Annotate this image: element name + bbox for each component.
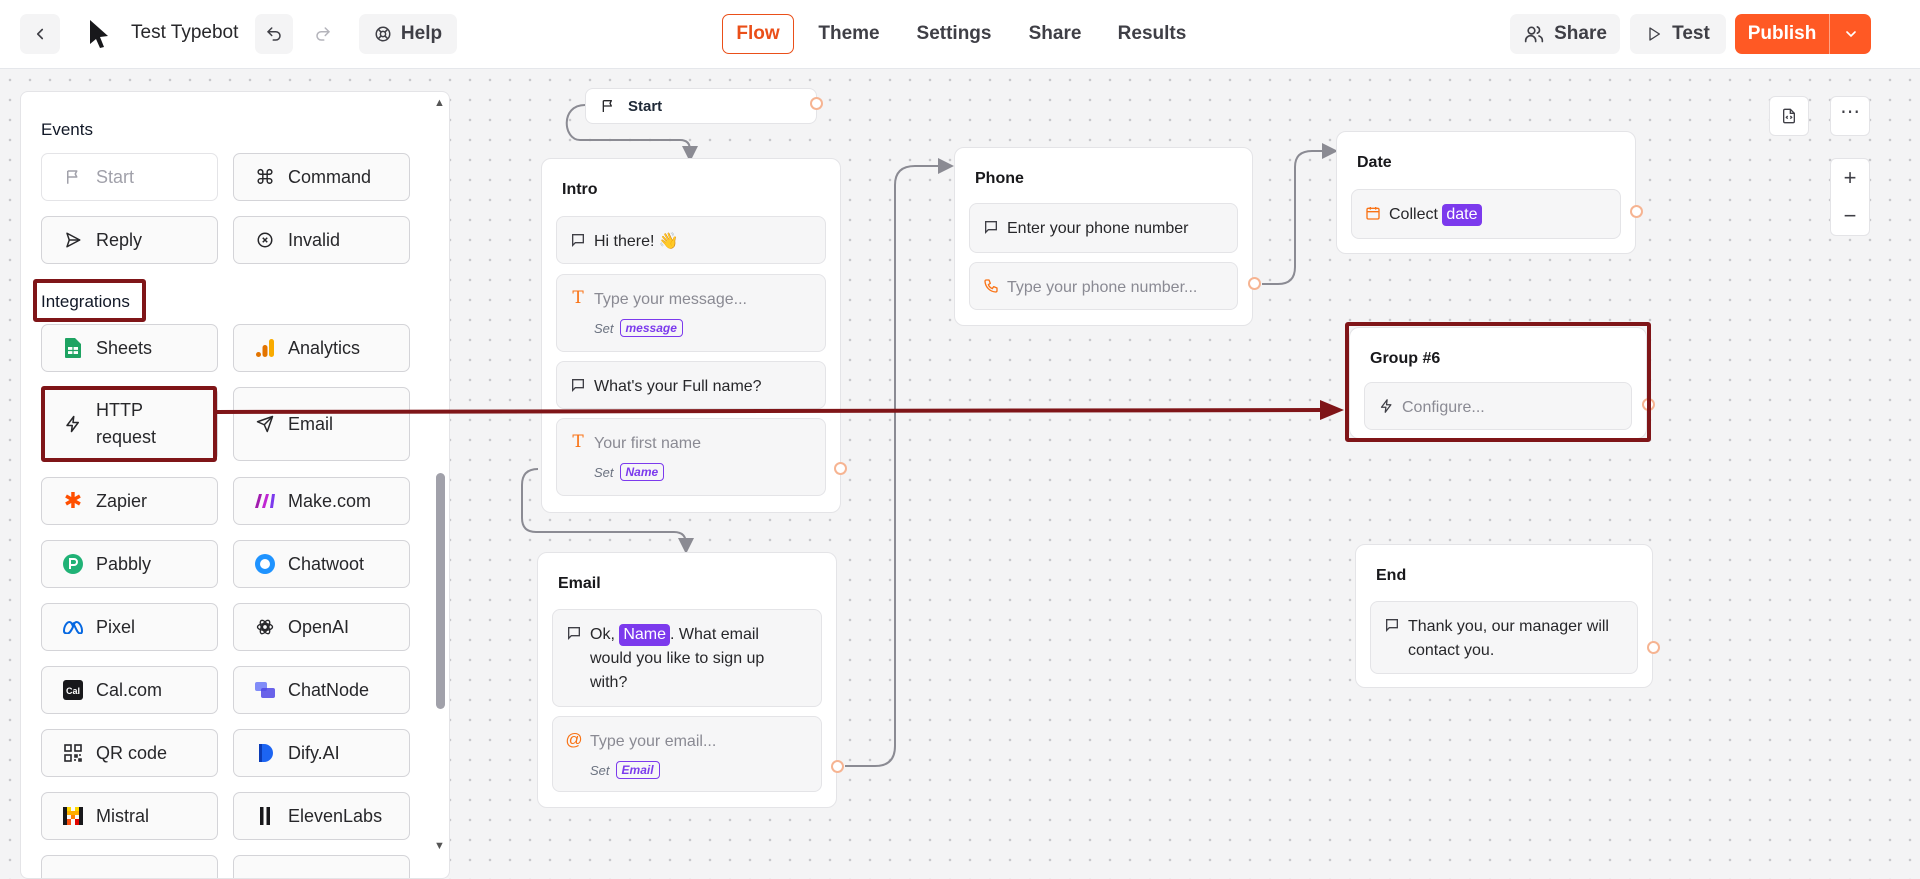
drag-annotation-arrow <box>216 400 1344 420</box>
